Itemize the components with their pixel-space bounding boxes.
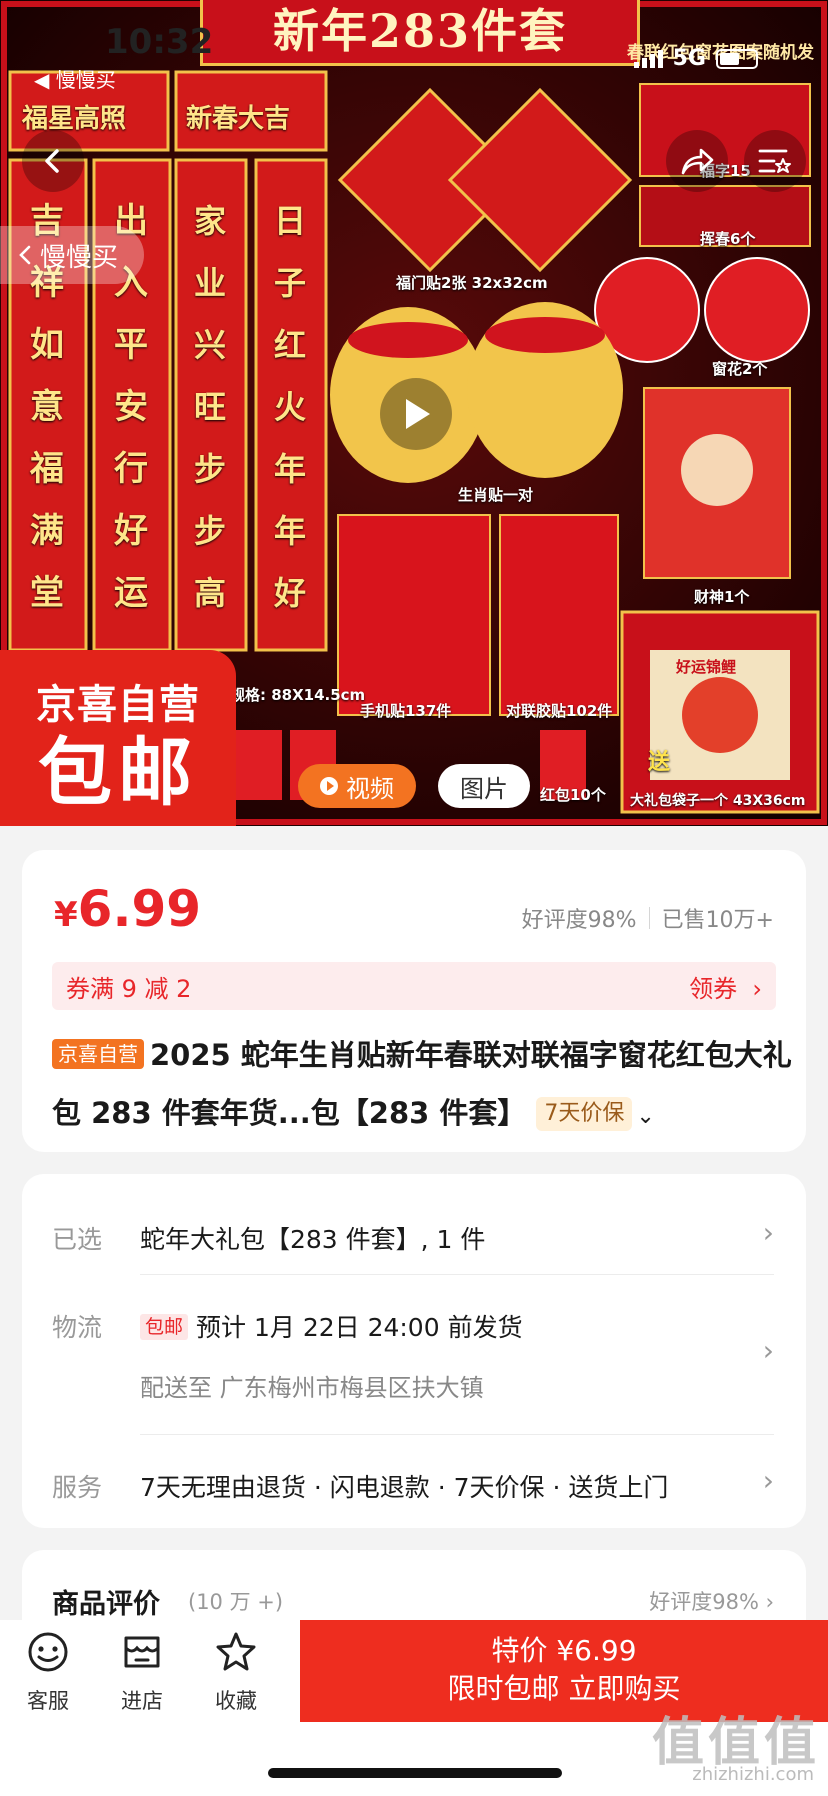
favorite-label: 收藏: [215, 1689, 257, 1713]
window-label: 窗花2个: [712, 360, 768, 378]
price-card: ¥6.99 好评度98% 已售10万+ 券满 9 减 2 领券 › 京喜自营 20…: [22, 850, 806, 1152]
media-switch: 视频 图片: [298, 764, 530, 808]
chevron-left-icon: [45, 149, 59, 173]
star-icon: [216, 1632, 256, 1671]
couplet-sticker-label: 对联胶贴102件: [506, 702, 613, 720]
coupon-action[interactable]: 领券 ›: [689, 969, 762, 1004]
coupon-bar[interactable]: 券满 9 减 2 领券 ›: [52, 962, 776, 1010]
promo-badge-top: 京喜自营: [36, 682, 200, 728]
couplet-size-label: 规格: 88X14.5cm: [230, 686, 366, 704]
more-menu-button[interactable]: [744, 130, 806, 192]
back-button[interactable]: [22, 130, 84, 192]
status-back-app[interactable]: ◀ 慢慢买: [34, 64, 116, 93]
price-guarantee-tag: 7天价保: [536, 1097, 633, 1131]
share-icon: [681, 148, 714, 175]
product-title-text: 2025 蛇年生肖贴新年春联对联福字窗花红包大礼包 283 件套年货...包【2…: [52, 1038, 792, 1130]
free-shipping-tag: 包邮: [140, 1314, 189, 1340]
media-video-label: 视频: [346, 774, 394, 803]
video-play-icon: [320, 777, 338, 795]
info-card: 已选 蛇年大礼包【283 件套】, 1 件 › 物流 包邮 预计 1月 22日 2…: [22, 1174, 806, 1528]
banner-title: 新年283件套: [200, 0, 640, 66]
media-tab-picture[interactable]: 图片: [438, 764, 530, 808]
logistics-label: 物流: [52, 1313, 103, 1342]
sold-text: 已售10万+: [661, 908, 774, 933]
review-title: 商品评价: [52, 1589, 160, 1620]
god-label: 财神1个: [694, 588, 750, 606]
play-icon: [406, 399, 430, 429]
spring-label: 挥春6个: [700, 230, 756, 248]
favorite-button[interactable]: 收藏: [196, 1630, 276, 1715]
delivery-address: 配送至 广东梅州市梅县区扶大镇: [140, 1374, 484, 1402]
stats-divider: [648, 907, 650, 929]
status-time: 10:32: [105, 22, 214, 62]
gift-bag-label: 大礼包袋子一个 43X36cm: [630, 793, 806, 809]
phone-sticker-label: 手机贴137件: [360, 702, 452, 720]
review-count: (10 万 +): [188, 1590, 284, 1614]
signal-icon: [633, 49, 663, 68]
red-packet-label: 红包10个: [540, 786, 606, 804]
couplet-mid: 家业兴旺步步高: [194, 202, 227, 612]
price: ¥6.99: [54, 880, 201, 938]
rating-text: 好评度98%: [521, 908, 637, 933]
promo-badge-bottom: 包邮: [38, 730, 198, 816]
chevron-left-icon: [19, 245, 31, 265]
customer-service-label: 客服: [27, 1689, 69, 1713]
chevron-right-icon: ›: [762, 1216, 774, 1249]
promo-badge: 京喜自营 包邮: [0, 650, 236, 826]
media-tab-video[interactable]: 视频: [298, 764, 416, 808]
share-button[interactable]: [666, 130, 728, 192]
sales-stats: 好评度98% 已售10万+: [522, 902, 774, 934]
store-button[interactable]: 进店: [102, 1630, 182, 1715]
row-divider: [140, 1274, 774, 1275]
coupon-action-label: 领券: [689, 974, 738, 1003]
lucky-label: 好运锦鲤: [676, 658, 737, 676]
row-divider: [140, 1434, 774, 1435]
chevron-right-icon: ›: [762, 1334, 774, 1367]
ship-estimate: 预计 1月 22日 24:00 前发货: [196, 1313, 523, 1342]
review-rating-text: 好评度98%: [649, 1590, 759, 1614]
watermark-url: zhizhizhi.com: [692, 1764, 814, 1785]
play-video-button[interactable]: [380, 378, 452, 450]
status-indicators: 5G: [633, 46, 758, 71]
logistics-value: 包邮 预计 1月 22日 24:00 前发货: [140, 1308, 523, 1344]
couplet-top-1: 福星高照: [22, 104, 127, 134]
selected-value: 蛇年大礼包【283 件套】, 1 件: [140, 1225, 486, 1254]
store-icon: [124, 1636, 160, 1668]
price-value: 6.99: [77, 880, 202, 938]
review-rating: 好评度98% ›: [649, 1590, 774, 1614]
smile-icon: [28, 1632, 68, 1672]
store-label: 进店: [121, 1689, 163, 1713]
customer-service-button[interactable]: 客服: [8, 1630, 88, 1715]
chevron-right-icon: ›: [762, 1464, 774, 1497]
zodiac-label: 生肖贴一对: [458, 486, 534, 504]
couplet-top-2: 新春大吉: [186, 104, 291, 134]
service-label: 服务: [52, 1473, 103, 1502]
price-currency: ¥: [54, 895, 78, 935]
battery-icon: [716, 48, 758, 69]
home-indicator[interactable]: [268, 1768, 562, 1778]
network-type: 5G: [672, 46, 706, 71]
couplet-mid-2: 日子红火年年好: [274, 202, 307, 612]
fu-door-label: 福门贴2张 32x32cm: [396, 274, 548, 292]
return-to-app-pill[interactable]: 慢慢买: [0, 226, 145, 284]
product-image-carousel[interactable]: 新年283件套 春联红包窗花图案随机发 规格: 88X14.5cm 福门贴2张 …: [0, 0, 828, 826]
buy-price-line: 特价 ¥6.99: [491, 1634, 637, 1667]
send-label: 送: [648, 750, 671, 775]
self-operated-tag: 京喜自营: [52, 1039, 144, 1069]
coupon-text: 券满 9 减 2: [66, 974, 192, 1003]
media-picture-label: 图片: [460, 774, 508, 803]
chevron-right-icon: ›: [744, 974, 762, 1003]
chevron-down-icon[interactable]: ⌄: [636, 1104, 654, 1129]
service-value: 7天无理由退货 · 闪电退款 · 7天价保 · 送货上门: [140, 1473, 669, 1502]
return-app-label: 慢慢买: [40, 242, 119, 273]
selected-label: 已选: [52, 1225, 103, 1254]
menu-star-icon: [758, 149, 791, 173]
product-title[interactable]: 京喜自营 2025 蛇年生肖贴新年春联对联福字窗花红包大礼包 283 件套年货..…: [52, 1026, 792, 1146]
